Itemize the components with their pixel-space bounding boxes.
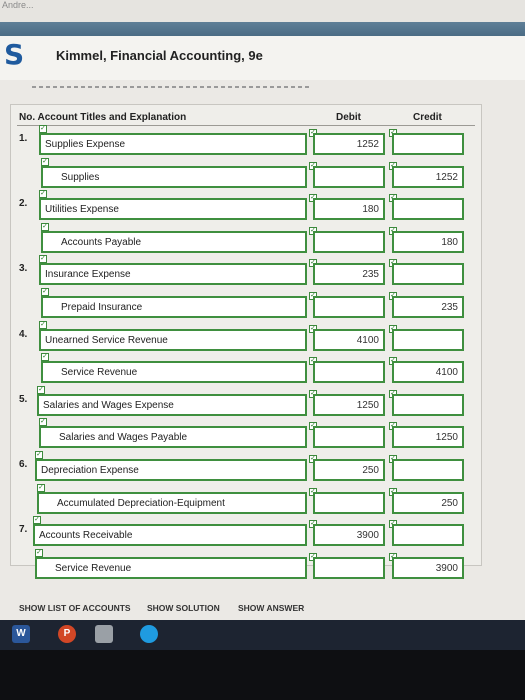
table-row: ✓Service Revenue✓✓4100: [11, 353, 481, 385]
account-title-input[interactable]: Accounts Receivable: [33, 524, 307, 547]
header-rule: [17, 125, 475, 126]
show-answer-button[interactable]: SHOW ANSWER: [235, 600, 307, 616]
entry-number: 6.: [19, 459, 28, 470]
debit-amount-input[interactable]: [313, 556, 385, 579]
account-title-input[interactable]: Prepaid Insurance: [41, 296, 307, 318]
credit-amount-input[interactable]: [392, 198, 464, 221]
credit-amount-input[interactable]: 180: [392, 230, 464, 253]
journal-entries-table: No. Account Titles and Explanation Debit…: [10, 104, 482, 579]
word-icon[interactable]: W: [12, 625, 30, 643]
powerpoint-icon[interactable]: P: [58, 625, 76, 643]
account-title-input[interactable]: Supplies: [41, 165, 307, 188]
credit-amount-input[interactable]: [392, 393, 464, 416]
account-title-input[interactable]: Supplies Expense: [39, 133, 307, 155]
debit-amount-input[interactable]: 1250: [313, 393, 385, 416]
credit-amount-input[interactable]: [392, 263, 464, 286]
account-title-input[interactable]: Salaries and Wages Payable: [39, 426, 307, 449]
column-header-account: No. Account Titles and Explanation: [19, 112, 187, 123]
check-icon: ✓: [39, 125, 47, 133]
wileyplus-logo: S: [4, 38, 25, 71]
account-title-input[interactable]: Utilities Expense: [39, 198, 307, 221]
check-icon: ✓: [39, 418, 47, 427]
check-icon: ✓: [41, 353, 49, 362]
check-icon: ✓: [41, 157, 49, 166]
entry-number: 5.: [19, 393, 28, 405]
account-title-input[interactable]: Accumulated Depreciation-Equipment: [37, 491, 307, 514]
check-icon: ✓: [41, 222, 49, 231]
debit-amount-input[interactable]: [313, 165, 385, 188]
credit-amount-input[interactable]: [392, 524, 464, 547]
debit-amount-input[interactable]: [313, 426, 385, 449]
table-row: ✓Service Revenue✓✓3900: [11, 548, 481, 581]
credit-amount-input[interactable]: 250: [392, 491, 464, 514]
credit-amount-input[interactable]: [392, 328, 464, 351]
entry-number: 1.: [19, 133, 28, 144]
taskbar: WP: [0, 620, 525, 650]
credit-amount-input[interactable]: [392, 459, 464, 481]
debit-amount-input[interactable]: 3900: [313, 524, 385, 547]
browser-top-bar: Andre...: [0, 0, 525, 22]
account-title-input[interactable]: Service Revenue: [35, 556, 307, 579]
table-row: 2.✓Utilities Expense✓180✓: [11, 190, 481, 222]
check-icon: ✓: [39, 255, 47, 264]
debit-amount-input[interactable]: 235: [313, 263, 385, 286]
show-list-of-accounts-button[interactable]: SHOW LIST OF ACCOUNTS: [16, 600, 134, 616]
show-solution-button[interactable]: SHOW SOLUTION: [144, 600, 223, 616]
table-row: ✓Accounts Payable✓✓180: [11, 222, 481, 255]
credit-amount-input[interactable]: 3900: [392, 556, 464, 579]
table-row: ✓Accumulated Depreciation-Equipment✓✓250: [11, 483, 481, 516]
table-row: ✓Prepaid Insurance✓✓235: [11, 288, 481, 320]
debit-amount-input[interactable]: 250: [313, 459, 385, 481]
account-title-input[interactable]: Salaries and Wages Expense: [37, 393, 307, 416]
debit-amount-input[interactable]: [313, 230, 385, 253]
debit-amount-input[interactable]: [313, 491, 385, 514]
check-icon: ✓: [35, 451, 43, 459]
account-title-input[interactable]: Service Revenue: [41, 361, 307, 384]
credit-amount-input[interactable]: 1252: [392, 165, 464, 188]
table-row: ✓Salaries and Wages Payable✓✓1250: [11, 418, 481, 450]
check-icon: ✓: [33, 516, 41, 525]
account-title-input[interactable]: Unearned Service Revenue: [39, 328, 307, 351]
debit-amount-input[interactable]: 1252: [313, 133, 385, 155]
account-title-input[interactable]: Accounts Payable: [41, 230, 307, 253]
table-row: 7.✓Accounts Receivable✓3900✓: [11, 516, 481, 548]
credit-amount-input[interactable]: 235: [392, 296, 464, 318]
credit-amount-input[interactable]: 4100: [392, 361, 464, 384]
table-row: 4.✓Unearned Service Revenue✓4100✓: [11, 320, 481, 353]
check-icon: ✓: [37, 483, 45, 492]
column-header-debit: Debit: [336, 112, 361, 123]
check-icon: ✓: [39, 320, 47, 329]
entry-number: 3.: [19, 263, 28, 275]
table-row: 6.✓Depreciation Expense✓250✓: [11, 451, 481, 483]
check-icon: ✓: [41, 288, 49, 296]
calculator-icon[interactable]: [95, 625, 113, 643]
page-header: S Kimmel, Financial Accounting, 9e: [0, 36, 525, 80]
edge-icon[interactable]: [140, 625, 158, 643]
check-icon: ✓: [39, 190, 47, 199]
entry-number: 2.: [19, 198, 28, 210]
tab-title[interactable]: Andre...: [2, 0, 34, 10]
account-title-input[interactable]: Depreciation Expense: [35, 459, 307, 481]
table-row: 3.✓Insurance Expense✓235✓: [11, 255, 481, 287]
credit-amount-input[interactable]: [392, 133, 464, 155]
screen-bezel: [0, 650, 525, 700]
main-content: No. Account Titles and Explanation Debit…: [0, 80, 525, 620]
credit-amount-input[interactable]: 1250: [392, 426, 464, 449]
check-icon: ✓: [37, 385, 45, 394]
entry-number: 7.: [19, 524, 28, 536]
check-icon: ✓: [35, 548, 43, 557]
table-row: 5.✓Salaries and Wages Expense✓1250✓: [11, 385, 481, 418]
table-row: 1.✓Supplies Expense✓1252✓: [11, 125, 481, 157]
book-title: Kimmel, Financial Accounting, 9e: [56, 48, 263, 63]
account-title-input[interactable]: Insurance Expense: [39, 263, 307, 286]
column-header-credit: Credit: [413, 112, 442, 123]
debit-amount-input[interactable]: [313, 361, 385, 384]
divider: [32, 86, 312, 88]
table-row: ✓Supplies✓✓1252: [11, 157, 481, 190]
debit-amount-input[interactable]: 180: [313, 198, 385, 221]
entry-number: 4.: [19, 328, 28, 340]
app-toolbar-strip: [0, 22, 525, 36]
debit-amount-input[interactable]: [313, 296, 385, 318]
debit-amount-input[interactable]: 4100: [313, 328, 385, 351]
